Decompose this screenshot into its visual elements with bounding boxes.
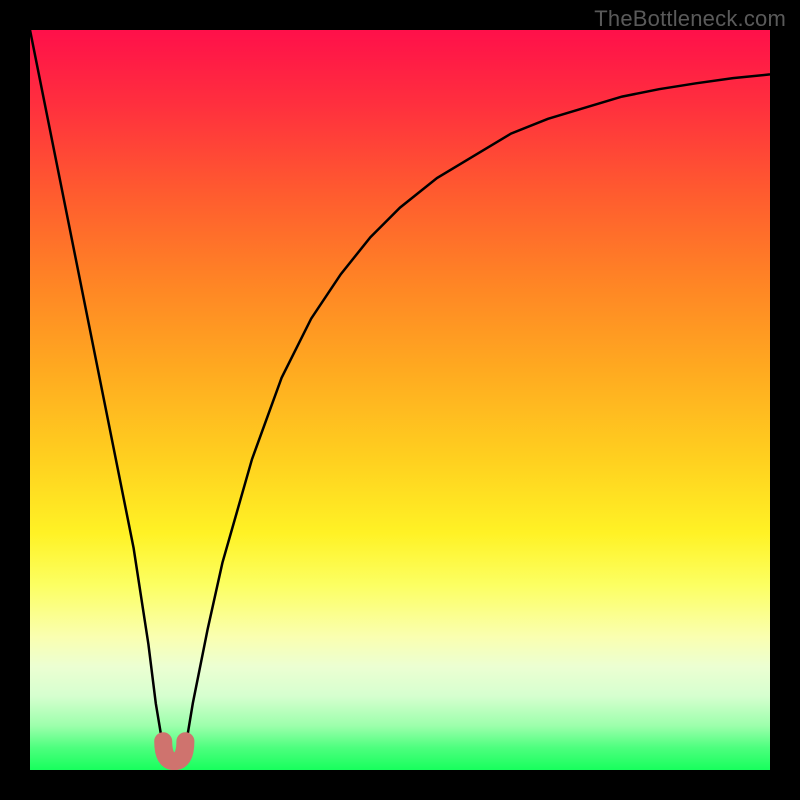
chart-frame: TheBottleneck.com [0, 0, 800, 800]
watermark-text: TheBottleneck.com [594, 6, 786, 32]
bottleneck-curve-path [30, 30, 770, 763]
curve-svg [30, 30, 770, 770]
optimal-marker-path [163, 741, 185, 761]
plot-area [30, 30, 770, 770]
